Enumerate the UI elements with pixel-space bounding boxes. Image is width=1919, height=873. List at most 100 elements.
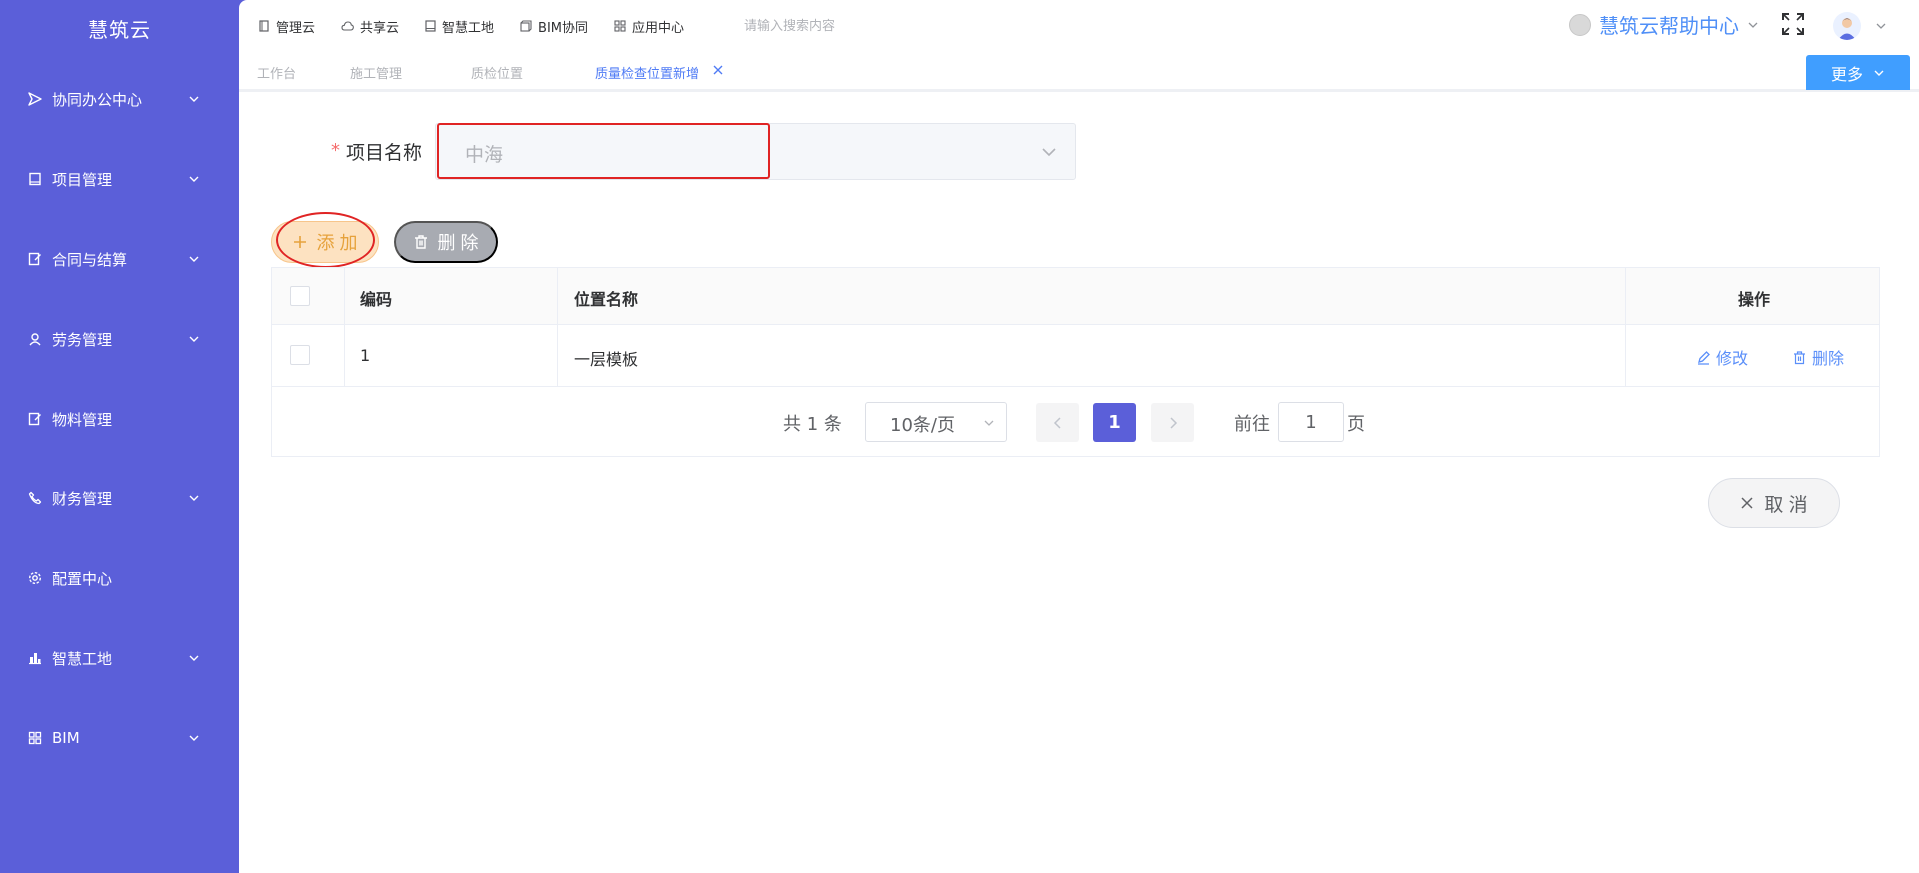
chevron-right-icon (1169, 416, 1177, 429)
more-button-label: 更多 (1830, 66, 1863, 84)
sidebar-item-smart-site[interactable]: 智慧工地 (0, 633, 239, 683)
topnav-item-smart-site[interactable]: 智慧工地 (425, 17, 494, 36)
topnav-item-bim-collab[interactable]: BIM协同 (520, 17, 588, 36)
doc-icon (259, 20, 269, 32)
search-input[interactable] (742, 15, 982, 37)
tab-inspection-location[interactable]: 质检位置 (471, 63, 523, 82)
sidebar-item-bim[interactable]: BIM (0, 713, 239, 763)
sidebar-item-label: 项目管理 (52, 170, 113, 189)
sidebar-item-finance[interactable]: 财务管理 (0, 473, 239, 523)
highlight-box (437, 123, 770, 179)
edit-icon (1698, 350, 1710, 365)
trash-icon (1794, 350, 1805, 364)
sidebar: 慧筑云 协同办公中心 项目管理 合同与结算 劳务管理 物料管理 财务管理 配置中… (0, 0, 239, 873)
chevron-down-icon[interactable] (1040, 143, 1058, 161)
sidebar-item-config[interactable]: 配置中心 (0, 553, 239, 603)
grid-icon (28, 731, 42, 745)
sidebar-item-label: 配置中心 (52, 569, 113, 588)
delete-button[interactable]: 删 除 (394, 221, 498, 263)
delete-link[interactable]: 删除 (1792, 345, 1844, 369)
worker-icon (28, 332, 42, 346)
main-panel: 管理云 共享云 智慧工地 BIM协同 应用中心 慧筑云帮助中心 (239, 0, 1919, 873)
cloud-icon (341, 21, 354, 31)
page-number-current[interactable]: 1 (1093, 403, 1136, 442)
tab-bar: 工作台 施工管理 质检位置 质量检查位置新增 (239, 52, 1919, 92)
delete-link-label: 删除 (1812, 349, 1845, 368)
fullscreen-icon[interactable] (1781, 12, 1805, 36)
column-header-actions: 操作 (1738, 290, 1771, 309)
sidebar-item-labor[interactable]: 劳务管理 (0, 314, 239, 364)
topnav-label: 管理云 (276, 20, 316, 36)
chevron-down-icon (189, 336, 199, 342)
required-mark: * (331, 140, 340, 161)
book-icon (425, 20, 436, 32)
chevron-down-icon (189, 96, 199, 102)
topnav-label: 智慧工地 (442, 20, 495, 36)
row-checkbox[interactable] (290, 345, 310, 365)
tab-construction-mgmt[interactable]: 施工管理 (350, 63, 402, 82)
select-all-checkbox[interactable] (290, 286, 310, 306)
chevron-down-icon (189, 176, 199, 182)
next-page-button[interactable] (1151, 403, 1194, 442)
sidebar-item-collab-office[interactable]: 协同办公中心 (0, 74, 239, 124)
column-header-code: 编码 (360, 290, 393, 309)
sidebar-item-project-mgmt[interactable]: 项目管理 (0, 154, 239, 204)
chevron-down-icon (189, 495, 199, 501)
chevron-down-icon[interactable] (1875, 20, 1887, 32)
sidebar-item-material[interactable]: 物料管理 (0, 394, 239, 444)
more-button[interactable]: 更多 (1806, 55, 1910, 90)
topnav-item-mgmt-cloud[interactable]: 管理云 (259, 17, 315, 36)
cube-icon (520, 20, 532, 32)
avatar[interactable] (1833, 12, 1861, 40)
goto-page-input[interactable] (1278, 402, 1344, 442)
delete-button-label: 删 除 (437, 233, 479, 253)
topnav-label: BIM协同 (538, 20, 589, 36)
sidebar-item-label: 协同办公中心 (52, 90, 143, 109)
close-icon[interactable] (711, 63, 725, 77)
cell-location-name: 一层模板 (574, 350, 639, 369)
topnav-item-share-cloud[interactable]: 共享云 (341, 17, 399, 36)
help-center-label: 慧筑云帮助中心 (1599, 14, 1739, 38)
edit-link-label: 修改 (1716, 349, 1749, 368)
edit-link[interactable]: 修改 (1696, 345, 1748, 369)
column-divider (557, 268, 558, 387)
table-header: 编码 位置名称 操作 (272, 268, 1879, 325)
book-icon (28, 172, 42, 186)
sidebar-item-label: 合同与结算 (52, 250, 128, 269)
tab-quality-location-add[interactable]: 质量检查位置新增 (595, 63, 699, 82)
page-size-value: 10条/页 (890, 415, 955, 436)
edit-doc-icon (28, 252, 42, 266)
topnav-label: 共享云 (360, 20, 400, 36)
goto-prefix: 前往 (1234, 414, 1270, 435)
top-bar: 管理云 共享云 智慧工地 BIM协同 应用中心 慧筑云帮助中心 (239, 0, 1919, 52)
chevron-down-icon (984, 420, 994, 426)
cell-code: 1 (360, 346, 371, 365)
goto-suffix: 页 (1347, 414, 1365, 435)
cancel-button[interactable]: 取 消 (1708, 478, 1840, 528)
prev-page-button[interactable] (1036, 403, 1079, 442)
table-row: 1 一层模板 修改 删除 (272, 325, 1879, 387)
chevron-left-icon (1053, 416, 1061, 429)
chevron-down-icon (189, 735, 199, 741)
trash-icon (415, 235, 428, 249)
gear-icon (28, 571, 42, 585)
topnav-item-app-center[interactable]: 应用中心 (614, 17, 684, 36)
building-icon (28, 651, 42, 665)
close-icon (1741, 497, 1753, 509)
pagination-total: 共 1 条 (783, 414, 842, 435)
help-logo-icon (1569, 13, 1591, 36)
project-name-label: 项目名称 (346, 142, 423, 164)
column-divider (1625, 268, 1626, 387)
chevron-down-icon (1874, 70, 1884, 76)
phone-icon (28, 491, 42, 505)
chevron-down-icon (189, 655, 199, 661)
column-divider (344, 268, 345, 387)
sidebar-item-label: BIM (52, 729, 80, 747)
help-center-dropdown[interactable]: 慧筑云帮助中心 (1569, 10, 1759, 39)
chevron-down-icon (189, 256, 199, 262)
sidebar-item-label: 财务管理 (52, 489, 113, 508)
sidebar-item-contract[interactable]: 合同与结算 (0, 234, 239, 284)
top-nav: 管理云 共享云 智慧工地 BIM协同 应用中心 (259, 0, 684, 52)
tab-workbench[interactable]: 工作台 (257, 63, 296, 82)
cancel-button-label: 取 消 (1764, 494, 1808, 516)
